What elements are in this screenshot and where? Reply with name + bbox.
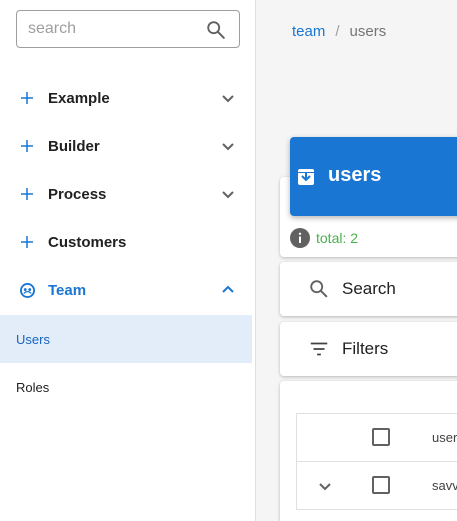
select-all-checkbox[interactable] bbox=[372, 428, 390, 446]
search-icon bbox=[310, 280, 328, 298]
plus-icon bbox=[21, 236, 33, 248]
users-table-card: user savv bbox=[280, 381, 457, 521]
sidebar-subitem-label: Roles bbox=[16, 379, 50, 395]
chevron-down-icon[interactable] bbox=[220, 186, 236, 202]
search-card: Search bbox=[280, 262, 457, 316]
chevron-up-icon[interactable] bbox=[220, 282, 236, 298]
table-header-row: user bbox=[296, 414, 457, 462]
archive-icon bbox=[298, 169, 314, 185]
sidebar-subitem-label: Users bbox=[16, 331, 50, 347]
plus-icon bbox=[21, 92, 33, 104]
search-icon[interactable] bbox=[205, 19, 227, 41]
info-icon bbox=[290, 228, 310, 248]
search-input[interactable] bbox=[28, 18, 198, 40]
chevron-down-icon[interactable] bbox=[220, 138, 236, 154]
column-header[interactable]: user bbox=[432, 430, 457, 445]
breadcrumb: team / users bbox=[292, 23, 386, 40]
breadcrumb-current: users bbox=[349, 23, 387, 40]
sidebar-item-team[interactable]: Team bbox=[0, 266, 252, 314]
sidebar-item-builder[interactable]: Builder bbox=[0, 122, 252, 170]
sidebar-item-label: Team bbox=[48, 281, 87, 299]
table-row[interactable]: savv bbox=[296, 462, 457, 510]
sidebar-item-label: Builder bbox=[48, 137, 100, 155]
row-checkbox[interactable] bbox=[372, 476, 390, 494]
table-cell: savv bbox=[432, 478, 457, 493]
sidebar: Example Builder Process Customers Team U… bbox=[0, 0, 256, 521]
plus-icon bbox=[21, 188, 33, 200]
sidebar-item-customers[interactable]: Customers bbox=[0, 218, 252, 266]
users-table: user savv bbox=[296, 413, 457, 510]
sidebar-item-label: Example bbox=[48, 89, 110, 107]
filter-icon bbox=[310, 342, 328, 356]
sidebar-item-example[interactable]: Example bbox=[0, 74, 252, 122]
chevron-down-icon[interactable] bbox=[317, 478, 333, 494]
page-header: users bbox=[290, 137, 457, 216]
search-field[interactable] bbox=[16, 10, 240, 48]
sidebar-item-label: Process bbox=[48, 185, 107, 203]
page-title: users bbox=[328, 164, 382, 186]
total-text: total: 2 bbox=[316, 230, 359, 246]
breadcrumb-link-team[interactable]: team bbox=[292, 23, 325, 40]
sidebar-item-process[interactable]: Process bbox=[0, 170, 252, 218]
sidebar-item-label: Customers bbox=[48, 233, 127, 251]
filters-button[interactable]: Filters bbox=[308, 338, 388, 360]
breadcrumb-separator: / bbox=[335, 23, 340, 40]
total-count: total: 2 bbox=[290, 228, 358, 248]
main-content: team / users users total: 2 Search Filte… bbox=[256, 0, 457, 521]
sidebar-subitem-roles[interactable]: Roles bbox=[0, 363, 252, 411]
sidebar-subitem-users[interactable]: Users bbox=[0, 315, 252, 363]
chevron-down-icon[interactable] bbox=[220, 90, 236, 106]
filters-button-label: Filters bbox=[342, 339, 389, 358]
search-button[interactable]: Search bbox=[308, 278, 396, 300]
team-icon bbox=[20, 282, 35, 298]
filters-card: Filters bbox=[280, 322, 457, 376]
search-button-label: Search bbox=[342, 279, 396, 298]
plus-icon bbox=[21, 140, 33, 152]
